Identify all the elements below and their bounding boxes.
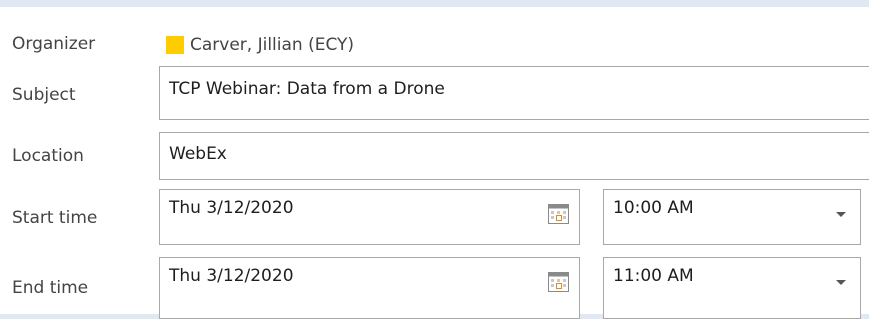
calendar-icon[interactable] xyxy=(548,272,569,292)
location-label: Location xyxy=(12,146,84,166)
end-time-dropdown[interactable]: 11:00 AM xyxy=(603,257,861,319)
organizer-value[interactable]: Carver, Jillian (ECY) xyxy=(166,34,354,56)
start-date-value: Thu 3/12/2020 xyxy=(169,198,294,218)
end-date-value: Thu 3/12/2020 xyxy=(169,266,294,286)
end-time-value: 11:00 AM xyxy=(613,266,694,286)
location-input[interactable]: WebEx xyxy=(159,132,869,180)
start-date-picker[interactable]: Thu 3/12/2020 xyxy=(159,189,580,245)
start-time-label: Start time xyxy=(12,208,98,228)
organizer-label: Organizer xyxy=(12,34,96,54)
chevron-down-icon[interactable] xyxy=(836,280,846,285)
end-date-picker[interactable]: Thu 3/12/2020 xyxy=(159,257,580,319)
location-value: WebEx xyxy=(169,144,227,164)
subject-input[interactable]: TCP Webinar: Data from a Drone xyxy=(159,66,869,120)
presence-indicator-icon xyxy=(166,36,184,54)
end-time-label: End time xyxy=(12,278,89,298)
chevron-down-icon[interactable] xyxy=(836,212,846,217)
start-time-value: 10:00 AM xyxy=(613,198,694,218)
appointment-form: Organizer Carver, Jillian (ECY) Subject … xyxy=(0,7,869,319)
organizer-name: Carver, Jillian (ECY) xyxy=(190,35,355,55)
subject-value: TCP Webinar: Data from a Drone xyxy=(169,79,445,99)
subject-label: Subject xyxy=(12,85,76,105)
start-time-dropdown[interactable]: 10:00 AM xyxy=(603,189,861,245)
calendar-icon[interactable] xyxy=(548,204,569,224)
